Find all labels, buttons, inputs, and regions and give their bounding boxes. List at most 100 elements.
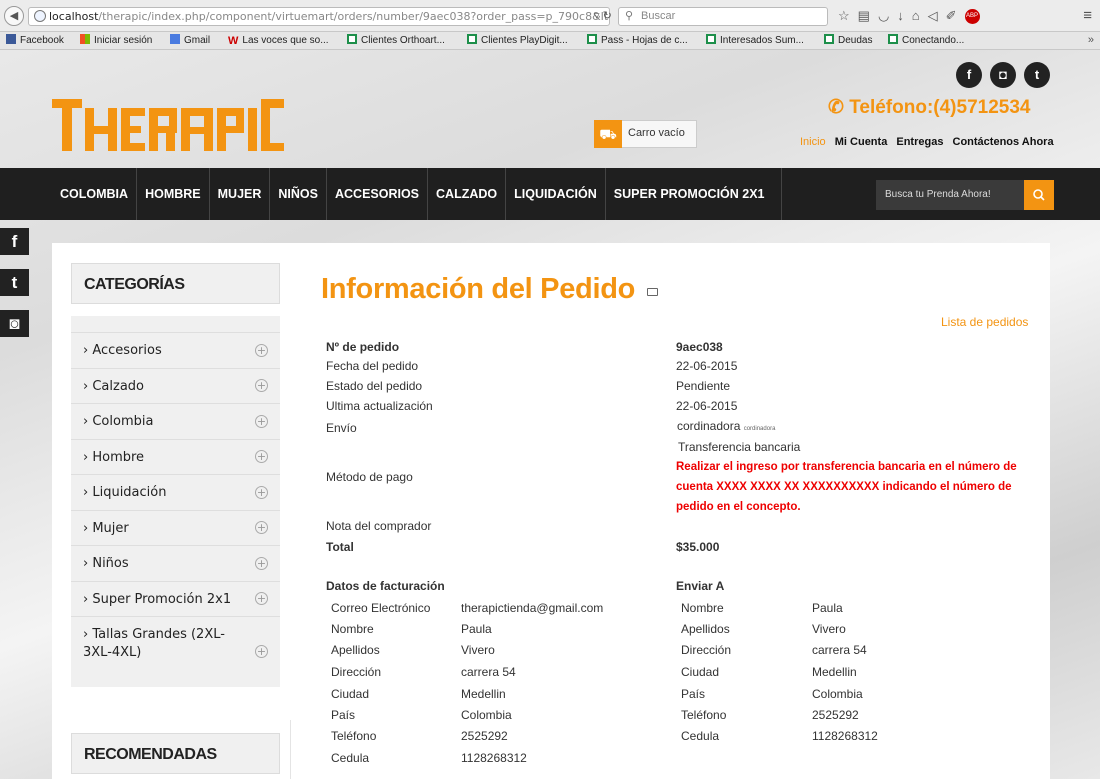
nav-accesorios[interactable]: ACCESORIOS: [327, 168, 429, 220]
category-label: Super Promoción 2x1: [92, 592, 232, 607]
link-mi-cuenta[interactable]: Mi Cuenta: [835, 136, 888, 148]
facebook-icon[interactable]: f: [956, 62, 982, 88]
link-entregas[interactable]: Entregas: [896, 136, 943, 148]
back-icon[interactable]: ◀: [4, 6, 24, 26]
star-icon[interactable]: ☆: [838, 8, 858, 23]
shipping-country-value: Colombia: [812, 687, 863, 701]
send-icon[interactable]: ◁: [928, 8, 946, 23]
windows-icon: [80, 34, 90, 44]
billing-email-label: Correo Electrónico: [331, 601, 431, 615]
more-bookmarks-icon[interactable]: »: [1088, 32, 1094, 49]
category-ninos[interactable]: › Niños +: [71, 546, 280, 582]
payment-method-value: Transferencia bancaria: [678, 440, 801, 454]
expand-icon[interactable]: +: [255, 645, 268, 658]
expand-icon[interactable]: +: [255, 521, 268, 534]
cart-widget[interactable]: ⛟ Carro vacío: [594, 120, 697, 148]
category-super-promocion[interactable]: › Super Promoción 2x1 +: [71, 582, 280, 617]
bookmark-playdigit[interactable]: Clientes PlayDigit...: [467, 32, 568, 49]
shipping-lastname-label: Apellidos: [681, 622, 730, 636]
shipping-id-value: 1128268312: [812, 729, 878, 743]
shipping-country-label: País: [681, 687, 706, 701]
browser-toolbar-icons[interactable]: ☆▤◡↓⌂◁✐ABP: [838, 8, 980, 25]
category-calzado[interactable]: › Calzado +: [71, 369, 280, 404]
category-hombre[interactable]: › Hombre +: [71, 440, 280, 475]
category-tallas-grandes[interactable]: › Tallas Grandes (2XL-3XL-4XL) +: [71, 617, 280, 687]
cart-icon: ⛟: [594, 120, 622, 148]
phone-number: ✆ Teléfono:(4)5712534: [828, 96, 1030, 119]
twitter-icon[interactable]: t: [0, 269, 29, 296]
bookmark-label: Conectando...: [902, 35, 965, 46]
bookmark-login[interactable]: Iniciar sesión: [80, 32, 152, 49]
bookmark-voces[interactable]: W Las voces que so...: [228, 32, 329, 49]
search-icon: ⚲: [625, 10, 634, 22]
url-bar[interactable]: localhost/therapic/index.php/component/v…: [28, 7, 610, 26]
category-label: Tallas Grandes (2XL-3XL-4XL): [83, 627, 225, 660]
bookmark-deudas[interactable]: Deudas: [824, 32, 872, 49]
link-inicio[interactable]: Inicio: [800, 136, 826, 148]
category-list: › Accesorios + › Calzado + › Colombia + › H…: [71, 316, 280, 687]
instagram-icon[interactable]: ◙: [0, 310, 29, 337]
category-label: Mujer: [92, 521, 129, 536]
category-label: Niños: [92, 556, 129, 571]
shipping-name-value: Paula: [812, 601, 843, 615]
site-logo[interactable]: [52, 99, 284, 159]
site-info-icon[interactable]: [34, 10, 46, 22]
bookmark-label: Gmail: [184, 35, 211, 46]
facebook-icon: [6, 34, 16, 44]
shipping-city-label: Ciudad: [681, 665, 720, 679]
expand-icon[interactable]: +: [255, 556, 268, 570]
nav-mujer[interactable]: MUJER: [210, 168, 271, 220]
reload-icon[interactable]: ▿ ↻: [594, 9, 612, 22]
category-label: Liquidación: [92, 485, 167, 500]
extension-icon[interactable]: ✐: [946, 8, 965, 23]
expand-icon[interactable]: +: [255, 414, 268, 428]
buyer-note-label: Nota del comprador: [326, 519, 432, 533]
expand-icon[interactable]: +: [255, 343, 268, 357]
browser-search-input[interactable]: ⚲ Buscar: [618, 7, 828, 26]
order-list-link[interactable]: Lista de pedidos: [941, 315, 1028, 329]
category-mujer[interactable]: › Mujer +: [71, 511, 280, 546]
billing-address-value: carrera 54: [461, 665, 516, 679]
twitter-icon[interactable]: t: [1024, 62, 1050, 88]
adblock-icon[interactable]: ABP: [964, 9, 980, 25]
browser-search-placeholder: Buscar: [641, 10, 676, 22]
google-icon: [170, 34, 180, 44]
shipping-address-label: Dirección: [681, 643, 732, 657]
bookmark-pass[interactable]: Pass - Hojas de c...: [587, 32, 688, 49]
category-accesorios[interactable]: › Accesorios +: [71, 333, 280, 369]
download-icon[interactable]: ↓: [897, 8, 912, 23]
bookmark-conectando[interactable]: Conectando...: [888, 32, 964, 49]
link-contactenos[interactable]: Contáctenos Ahora: [953, 136, 1054, 148]
nav-colombia[interactable]: COLOMBIA: [52, 168, 138, 220]
top-links: Inicio Mi Cuenta Entregas Contáctenos Ah…: [800, 136, 1060, 148]
category-colombia[interactable]: › Colombia +: [71, 404, 280, 440]
search-button[interactable]: [1024, 180, 1054, 210]
nav-super-promocion[interactable]: SUPER PROMOCIÓN 2X1: [606, 168, 782, 220]
category-label: Accesorios: [92, 343, 162, 358]
bookmark-facebook[interactable]: Facebook: [6, 32, 64, 49]
nav-hombre[interactable]: HOMBRE: [137, 168, 210, 220]
bookmark-orthoart[interactable]: Clientes Orthoart...: [347, 32, 445, 49]
bookmark-interesados[interactable]: Interesados Sum...: [706, 32, 804, 49]
nav-liquidacion[interactable]: LIQUIDACIÓN: [506, 168, 606, 220]
home-icon[interactable]: ⌂: [912, 8, 928, 23]
bookmark-gmail[interactable]: Gmail: [170, 32, 210, 49]
facebook-icon[interactable]: f: [0, 228, 29, 255]
instagram-icon[interactable]: ◘: [990, 62, 1016, 88]
billing-address-label: Dirección: [331, 665, 382, 679]
expand-icon[interactable]: +: [255, 485, 268, 499]
nav-ninos[interactable]: NIÑOS: [270, 168, 327, 220]
expand-icon[interactable]: +: [255, 379, 268, 392]
url-path: /therapic/index.php/component/virtuemart…: [98, 10, 610, 23]
nav-calzado[interactable]: CALZADO: [428, 168, 507, 220]
expand-icon[interactable]: +: [255, 450, 268, 463]
bookmark-label: Pass - Hojas de c...: [601, 35, 688, 46]
category-liquidacion[interactable]: › Liquidación +: [71, 475, 280, 511]
expand-icon[interactable]: +: [255, 592, 268, 605]
menu-icon[interactable]: ≡: [1083, 7, 1092, 24]
print-icon[interactable]: [647, 288, 658, 296]
reading-list-icon[interactable]: ▤: [858, 8, 878, 23]
pocket-icon[interactable]: ◡: [878, 8, 897, 23]
shipping-method-desc: cordinadora: [743, 426, 776, 432]
product-search-input[interactable]: Busca tu Prenda Ahora!: [876, 180, 1024, 210]
